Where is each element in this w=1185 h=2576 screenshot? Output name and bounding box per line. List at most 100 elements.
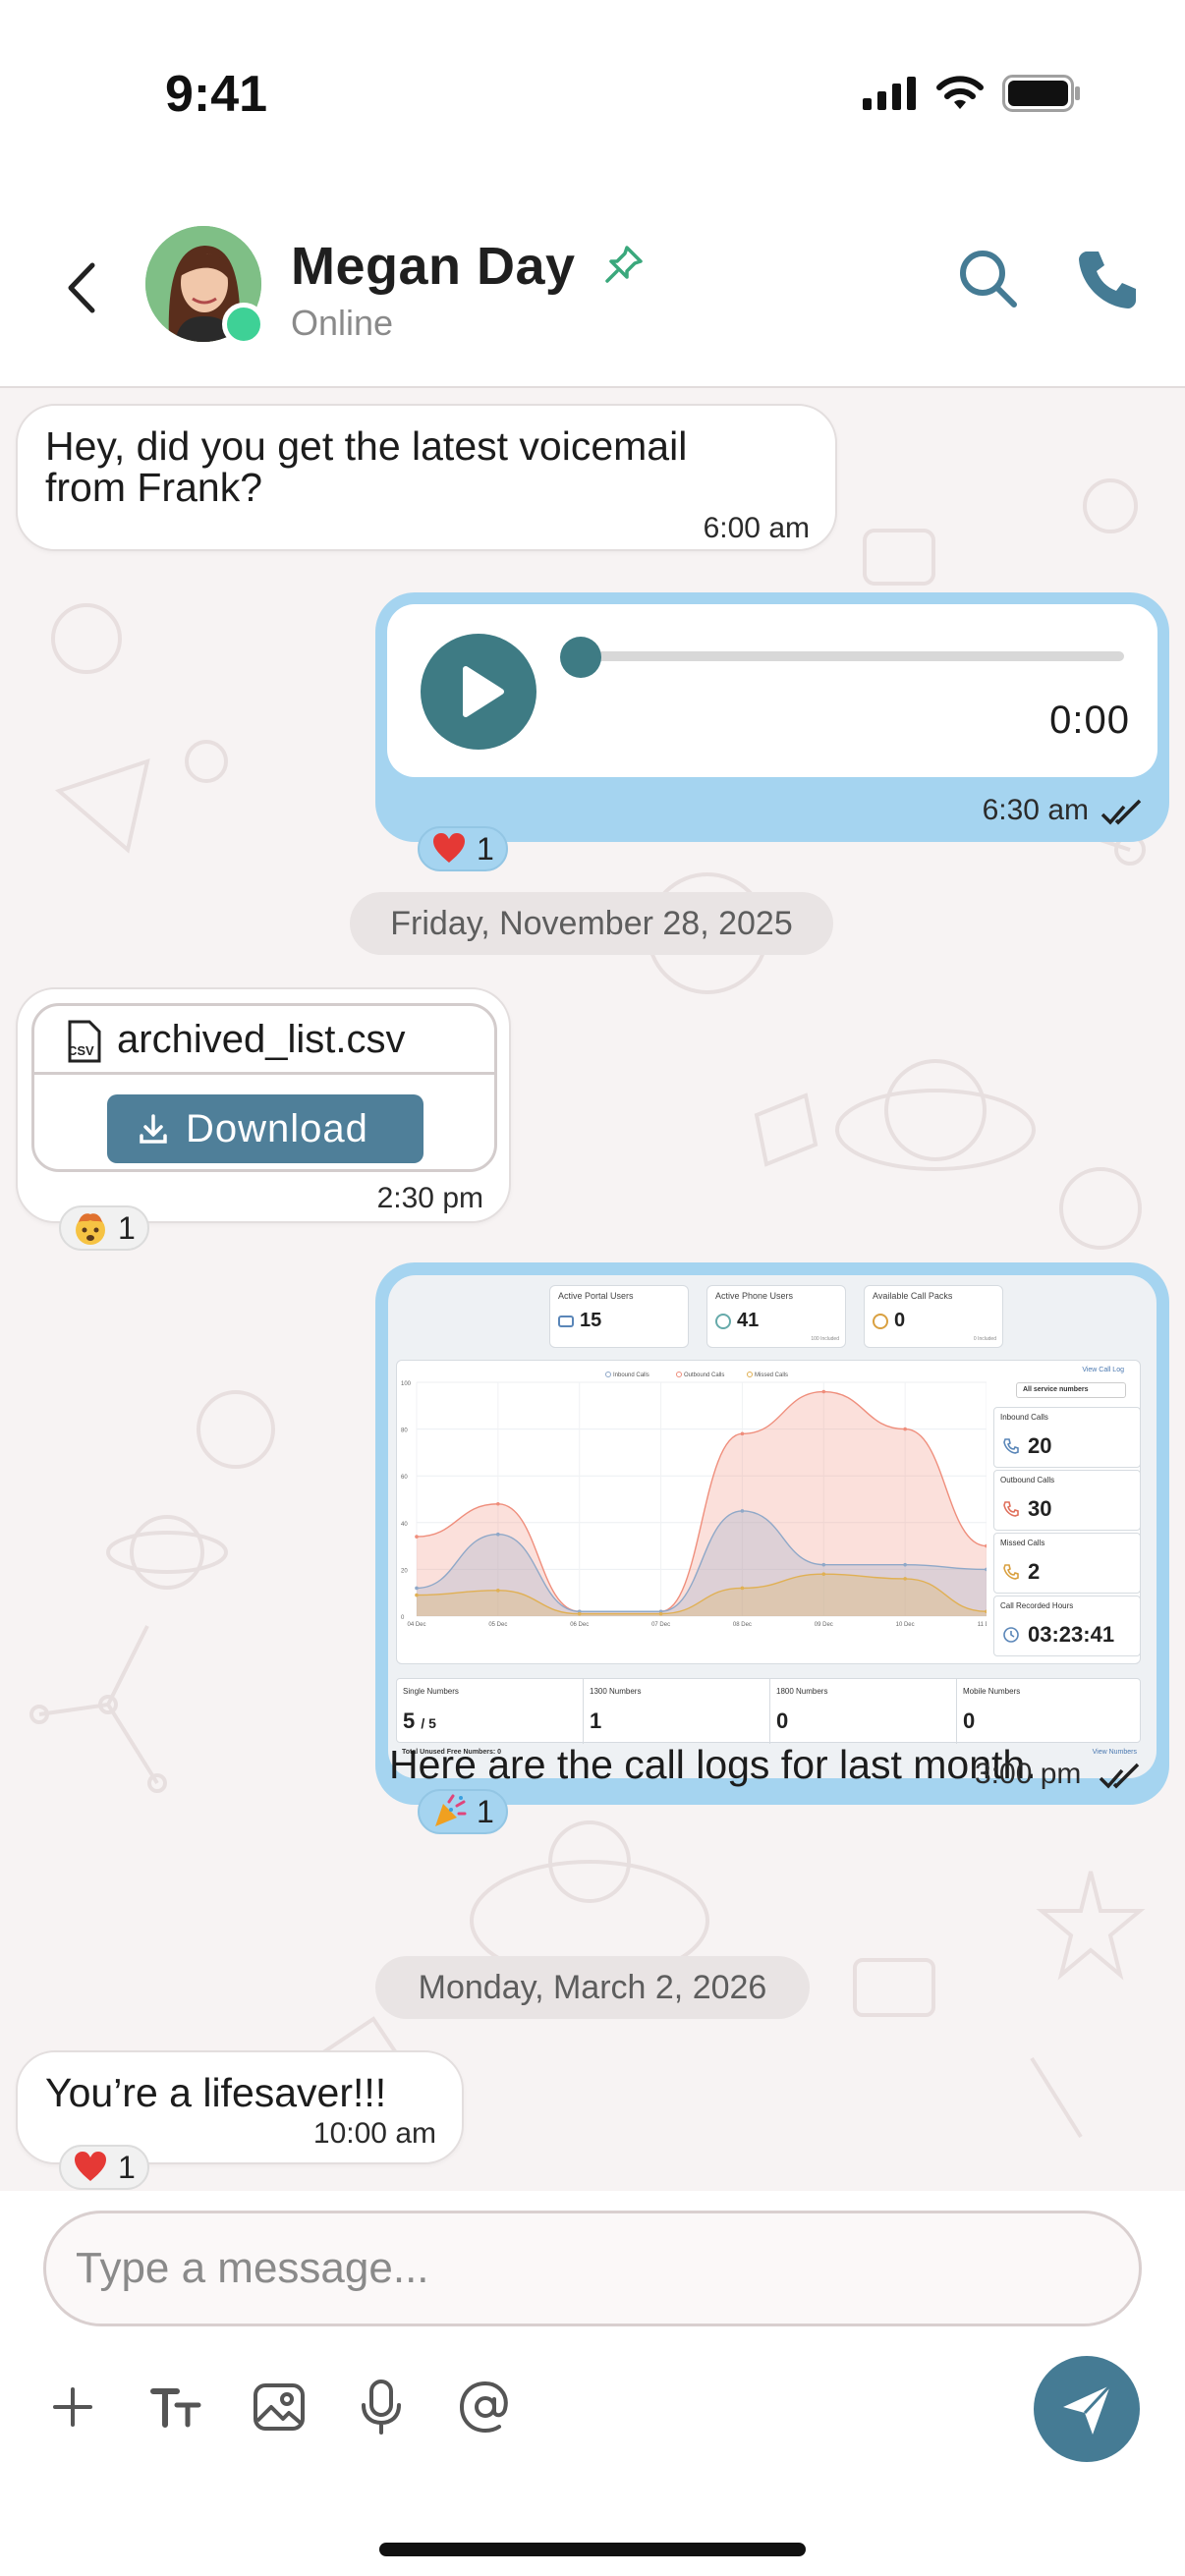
audio-scrubber[interactable] (560, 637, 601, 678)
message-time: 3:00 pm (975, 1758, 1082, 1790)
message-bubble-incoming[interactable]: Hey, did you get the latest voicemail fr… (16, 404, 837, 551)
legend-marker (676, 1372, 682, 1377)
data-point (496, 1501, 500, 1506)
contact-name[interactable]: Megan Day (291, 236, 576, 297)
number-value: 5 / 5 (403, 1708, 436, 1733)
data-point (740, 1586, 745, 1591)
inbound-call-icon (1003, 1438, 1019, 1454)
stat-label: Call Recorded Hours (1000, 1601, 1074, 1610)
battery-icon (1002, 75, 1080, 112)
plus-icon[interactable] (43, 2378, 102, 2436)
message-time: 2:30 pm (376, 1182, 483, 1214)
data-point (903, 1427, 907, 1431)
number-suffix: / 5 (421, 1715, 436, 1731)
reaction-chip[interactable]: 1 (59, 1205, 149, 1251)
view-numbers-link[interactable]: View Numbers (1093, 1749, 1137, 1756)
date-separator: Friday, November 28, 2025 (350, 892, 833, 955)
users-icon (558, 1316, 574, 1327)
microphone-icon[interactable] (352, 2378, 411, 2436)
data-point (740, 1431, 745, 1436)
message-text: from Frank? (45, 465, 262, 510)
kpi-card: Available Call Packs 0 0 Included (864, 1285, 1003, 1348)
audio-duration: 0:00 (1049, 699, 1130, 742)
kpi-value: 15 (580, 1310, 602, 1331)
number-cell: Single Numbers 5 / 5 (397, 1679, 584, 1744)
send-button[interactable] (1034, 2356, 1140, 2462)
outbound-call-icon (1003, 1501, 1019, 1517)
legend-label: Inbound Calls (613, 1372, 649, 1378)
kpi-card: Active Phone Users 41 100 Included (706, 1285, 846, 1348)
chat-header: Megan Day Online (0, 187, 1185, 388)
message-bubble-incoming-file[interactable]: CSV archived_list.csv Download 2:30 pm (16, 987, 511, 1223)
file-card[interactable]: CSV archived_list.csv Download (31, 1003, 497, 1172)
missed-call-icon (1003, 1564, 1019, 1580)
y-tick-label: 80 (401, 1428, 408, 1434)
mention-icon[interactable] (456, 2378, 515, 2436)
stat-label: Inbound Calls (1000, 1413, 1048, 1422)
number-cell: Mobile Numbers 0 (957, 1679, 1142, 1744)
service-filter-label: All service numbers (1023, 1386, 1089, 1393)
download-button[interactable]: Download (107, 1094, 423, 1163)
y-tick-label: 100 (401, 1381, 412, 1387)
kpi-label: Active Portal Users (558, 1291, 634, 1301)
back-icon[interactable] (57, 253, 106, 322)
wifi-icon (936, 76, 984, 109)
message-text: Hey, did you get the latest voicemail (45, 423, 688, 469)
call-logs-screenshot[interactable]: Active Portal Users 15 Active Phone User… (388, 1275, 1157, 1778)
pin-icon (605, 246, 643, 283)
kpi-label: Active Phone Users (715, 1291, 794, 1301)
stat-card: Outbound Calls 30 (993, 1470, 1141, 1531)
home-indicator (379, 2543, 806, 2556)
number-value: 0 (963, 1708, 976, 1733)
kpi-value: 0 (894, 1310, 906, 1331)
number-value: 0 (776, 1708, 789, 1733)
reaction-count: 1 (118, 2149, 136, 2185)
service-filter[interactable]: All service numbers (1016, 1382, 1126, 1398)
message-bubble-outgoing-audio[interactable]: 0:00 6:30 am (375, 592, 1169, 842)
legend-label: Outbound Calls (684, 1372, 724, 1378)
phone-icon[interactable] (1073, 244, 1144, 314)
x-tick-label: 07 Dec (651, 1622, 670, 1628)
message-time: 6:00 am (703, 512, 810, 544)
call-pack-icon (873, 1314, 888, 1329)
data-point (821, 1572, 826, 1576)
reaction-chip[interactable]: 1 (59, 2145, 149, 2190)
number-label: Mobile Numbers (963, 1687, 1021, 1696)
chat-area[interactable]: Hey, did you get the latest voicemail fr… (0, 388, 1185, 2191)
stat-value: 20 (1028, 1433, 1052, 1458)
message-time: 6:30 am (982, 794, 1089, 826)
phone-users-icon (715, 1314, 731, 1329)
x-tick-label: 06 Dec (570, 1622, 589, 1628)
numbers-row: Single Numbers 5 / 5 1300 Numbers 1 1800… (396, 1678, 1142, 1744)
search-icon[interactable] (953, 244, 1024, 314)
date-separator: Monday, March 2, 2026 (375, 1956, 810, 2019)
heart-icon (75, 2152, 106, 2181)
legend-label: Missed Calls (755, 1372, 788, 1378)
kpi-card: Active Portal Users 15 (549, 1285, 689, 1348)
y-tick-label: 40 (401, 1522, 408, 1528)
x-tick-label: 04 Dec (407, 1622, 425, 1628)
data-point (415, 1593, 419, 1597)
text-format-icon[interactable] (147, 2378, 206, 2436)
file-header: CSV archived_list.csv (34, 1006, 494, 1075)
y-tick-label: 60 (401, 1475, 408, 1481)
reaction-chip[interactable]: 1 (418, 1789, 508, 1834)
number-label: Single Numbers (403, 1687, 459, 1696)
message-input[interactable] (43, 2211, 1142, 2326)
data-point (821, 1389, 826, 1394)
clock-icon (1003, 1627, 1019, 1643)
play-button[interactable] (421, 634, 536, 750)
view-call-log-link[interactable]: View Call Log (1082, 1367, 1124, 1373)
stat-label: Outbound Calls (1000, 1476, 1055, 1484)
image-icon[interactable] (250, 2378, 309, 2436)
audio-track[interactable] (574, 651, 1124, 661)
audio-player: 0:00 (387, 604, 1157, 777)
data-point (415, 1535, 419, 1539)
composer (0, 2191, 1185, 2576)
reaction-chip[interactable]: 1 (418, 826, 508, 871)
reaction-count: 1 (118, 1209, 136, 1246)
download-icon (140, 1114, 167, 1144)
number-label: 1300 Numbers (590, 1687, 642, 1696)
data-point (821, 1562, 826, 1567)
kpi-label: Available Call Packs (873, 1291, 953, 1301)
